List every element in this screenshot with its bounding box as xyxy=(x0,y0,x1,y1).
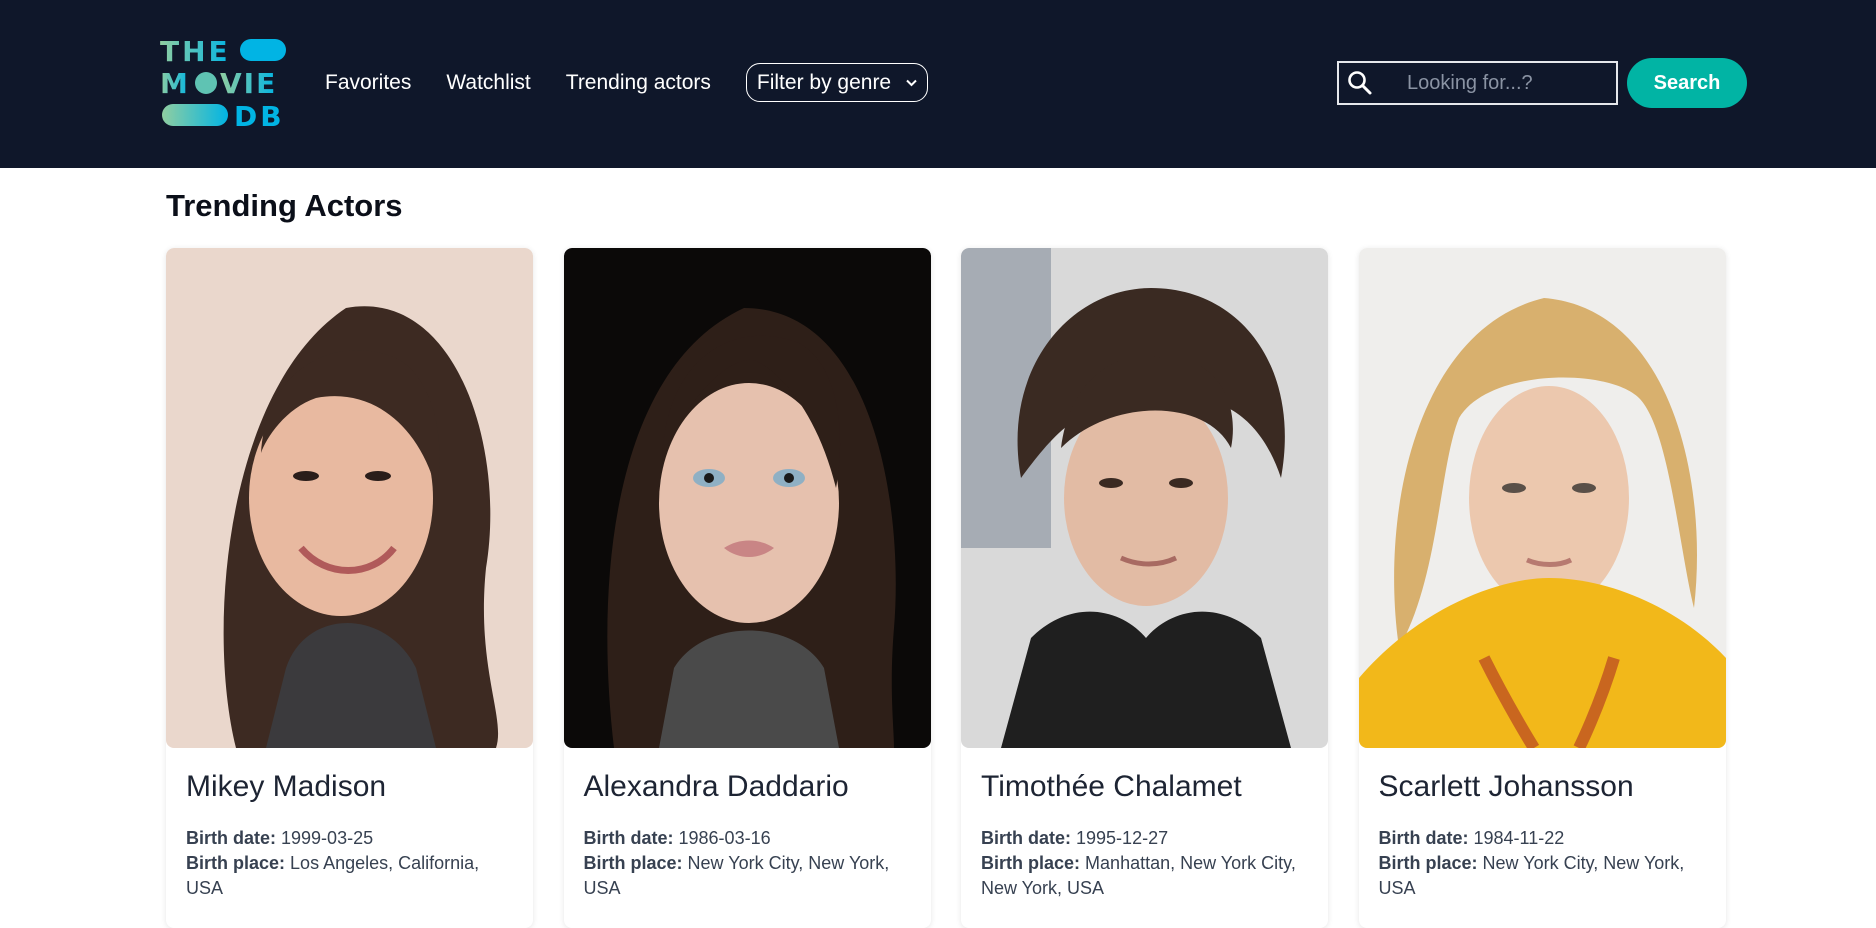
birth-place-label: Birth place: xyxy=(583,853,683,873)
birth-place-row: Birth place: Manhattan, New York City, N… xyxy=(981,851,1308,901)
top-navigation-bar: THE M VIE DB Favorites Watchlist Trendin… xyxy=(0,0,1876,168)
birth-date-value: 1999-03-25 xyxy=(281,828,374,848)
nav-trending-actors[interactable]: Trending actors xyxy=(566,71,711,95)
actor-name[interactable]: Alexandra Daddario xyxy=(584,770,911,804)
birth-place-label: Birth place: xyxy=(981,853,1081,873)
birth-date-label: Birth date: xyxy=(1378,828,1469,848)
actor-card[interactable]: Timothée Chalamet Birth date: 1995-12-27… xyxy=(961,248,1328,928)
actor-card[interactable]: Alexandra Daddario Birth date: 1986-03-1… xyxy=(563,248,931,928)
actor-card[interactable]: Scarlett Johansson Birth date: 1984-11-2… xyxy=(1358,248,1726,928)
birth-place-label: Birth place: xyxy=(186,853,286,873)
actor-card-list: Mikey Madison Birth date: 1999-03-25 Bir… xyxy=(166,248,1756,928)
actor-name[interactable]: Scarlett Johansson xyxy=(1379,770,1706,804)
actor-name[interactable]: Mikey Madison xyxy=(186,770,513,804)
actor-photo[interactable] xyxy=(166,248,533,748)
chevron-down-icon xyxy=(906,75,917,90)
birth-date-label: Birth date: xyxy=(186,828,276,848)
page-title: Trending Actors xyxy=(166,188,403,223)
genre-filter-select[interactable]: Filter by genre xyxy=(745,63,928,102)
actor-photo[interactable] xyxy=(563,248,931,748)
birth-date-value: 1986-03-16 xyxy=(678,828,771,848)
actor-photo[interactable] xyxy=(961,248,1328,748)
svg-text:DB: DB xyxy=(234,100,285,130)
search-box xyxy=(1337,61,1672,105)
birth-date-value: 1984-11-22 xyxy=(1473,828,1565,848)
birth-date-label: Birth date: xyxy=(981,828,1071,848)
nav-favorites[interactable]: Favorites xyxy=(325,71,411,95)
birth-date-row: Birth date: 1986-03-16 xyxy=(584,826,911,851)
svg-text:M: M xyxy=(160,67,190,100)
genre-filter-label: Filter by genre xyxy=(756,70,892,94)
birth-place-row: Birth place: New York City, New York, US… xyxy=(1379,851,1706,901)
birth-place-row: Birth place: Los Angeles, California, US… xyxy=(186,851,513,901)
search-button[interactable]: Search xyxy=(1627,58,1747,108)
actor-name[interactable]: Timothée Chalamet xyxy=(981,770,1308,804)
svg-text:VIE: VIE xyxy=(220,67,277,100)
nav-watchlist[interactable]: Watchlist xyxy=(446,71,530,95)
birth-date-value: 1995-12-27 xyxy=(1076,828,1169,848)
birth-place-label: Birth place: xyxy=(1378,853,1478,873)
birth-date-row: Birth date: 1995-12-27 xyxy=(981,826,1308,851)
actor-photo[interactable] xyxy=(1358,248,1726,748)
birth-date-label: Birth date: xyxy=(583,828,674,848)
actor-card[interactable]: Mikey Madison Birth date: 1999-03-25 Bir… xyxy=(166,248,533,928)
svg-text:THE: THE xyxy=(160,36,231,68)
search-icon xyxy=(1347,66,1373,100)
birth-date-row: Birth date: 1999-03-25 xyxy=(186,826,513,851)
birth-date-row: Birth date: 1984-11-22 xyxy=(1379,826,1706,851)
birth-place-row: Birth place: New York City, New York, US… xyxy=(584,851,911,901)
tmdb-logo[interactable]: THE M VIE DB xyxy=(160,36,288,130)
main-nav: Favorites Watchlist Trending actors Filt… xyxy=(325,63,928,102)
